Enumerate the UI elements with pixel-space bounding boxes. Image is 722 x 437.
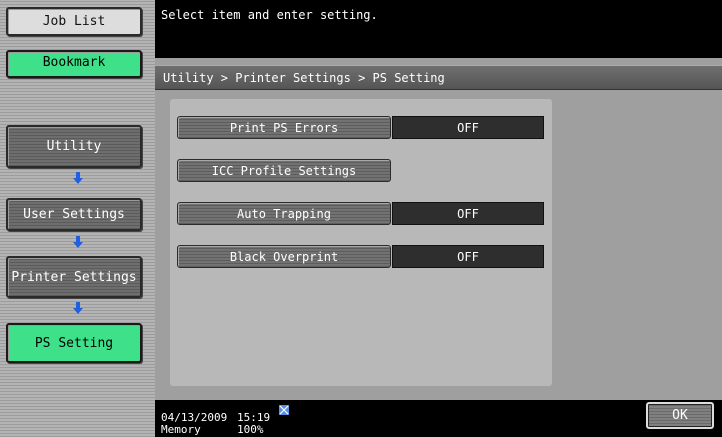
- down-arrow-icon: [73, 302, 83, 314]
- date-text: 04/13/2009: [161, 411, 228, 424]
- black-overprint-value: OFF: [392, 245, 544, 268]
- settings-panel: Utility > Printer Settings > PS Setting …: [155, 58, 722, 400]
- black-overprint-button[interactable]: Black Overprint: [177, 245, 391, 268]
- settings-list: Print PS Errors OFF ICC Profile Settings…: [170, 99, 552, 386]
- time-text: 15:19: [237, 411, 271, 424]
- print-ps-errors-value: OFF: [392, 116, 544, 139]
- user-settings-button[interactable]: User Settings: [6, 198, 142, 231]
- job-list-button[interactable]: Job List: [6, 7, 142, 36]
- utility-button[interactable]: Utility: [6, 125, 142, 168]
- down-arrow-icon: [73, 236, 83, 248]
- bookmark-button[interactable]: Bookmark: [6, 50, 142, 78]
- network-icon: [279, 405, 289, 415]
- ps-setting-button[interactable]: PS Setting: [6, 323, 142, 363]
- breadcrumb: Utility > Printer Settings > PS Setting: [155, 65, 722, 90]
- down-arrow-icon: [73, 172, 83, 184]
- memory-value: 100%: [237, 423, 264, 436]
- memory-label: Memory: [161, 423, 201, 436]
- print-ps-errors-button[interactable]: Print PS Errors: [177, 116, 391, 139]
- icc-profile-settings-button[interactable]: ICC Profile Settings: [177, 159, 391, 182]
- sidebar: Job List Bookmark Utility User Settings …: [0, 0, 155, 437]
- instruction-text: Select item and enter setting.: [161, 8, 378, 22]
- ok-button[interactable]: OK: [646, 402, 714, 429]
- status-bar: 04/13/2009 15:19 Memory 100% OK: [155, 400, 722, 437]
- message-bar: Select item and enter setting.: [155, 0, 722, 58]
- auto-trapping-value: OFF: [392, 202, 544, 225]
- printer-settings-button[interactable]: Printer Settings: [6, 256, 142, 298]
- auto-trapping-button[interactable]: Auto Trapping: [177, 202, 391, 225]
